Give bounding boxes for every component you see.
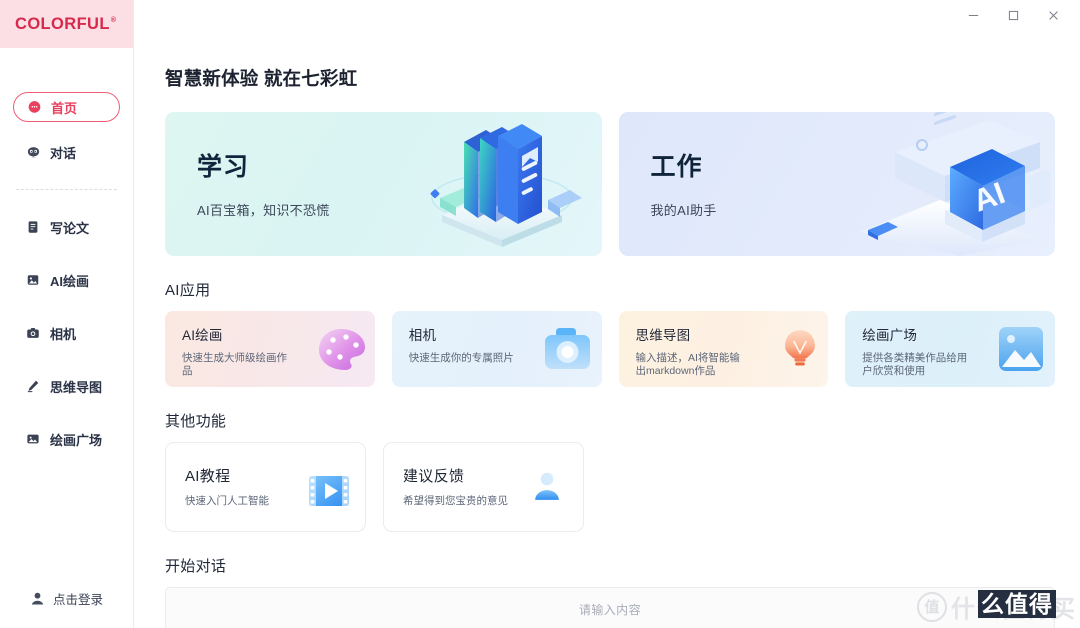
- sidebar-item-label: 对话: [50, 145, 77, 161]
- hero-card-study[interactable]: 学习 AI百宝箱，知识不恐慌: [165, 112, 602, 256]
- login-label: 点击登录: [52, 592, 103, 607]
- sidebar-item-label: 写论文: [50, 220, 90, 236]
- sidebar-item-gallery[interactable]: 绘画广场: [13, 424, 120, 454]
- sidebar-item-label: 首页: [51, 100, 78, 116]
- app-card-gallery[interactable]: 绘画广场 提供各类精美作品给用户欣赏和使用: [845, 311, 1055, 387]
- minimize-icon[interactable]: [963, 5, 983, 25]
- maximize-icon[interactable]: [1003, 5, 1023, 25]
- hero-card-row: 学习 AI百宝箱，知识不恐慌 工作 我的AI助手 AI: [165, 112, 1055, 256]
- application-window: COLORFUL® 首页 对话 写论文 AI绘画 相机 思维导图 绘画广场 点击…: [0, 0, 1080, 628]
- hero-card-title: 学习: [197, 153, 250, 181]
- ai-apps-card-row: AI绘画 快速生成大师级绘画作品 相机 快速生成你的专属照片 思维导图 输入描述…: [165, 311, 1055, 387]
- section-heading-other: 其他功能: [165, 413, 227, 430]
- login-button[interactable]: 点击登录: [0, 574, 133, 622]
- sidebar-item-ai-drawing[interactable]: AI绘画: [13, 265, 120, 295]
- sidebar-nav: 首页 对话 写论文 AI绘画 相机 思维导图 绘画广场: [0, 48, 133, 574]
- other-card-row: AI教程 快速入门人工智能 建议反馈 希望得到您宝贵的意见: [165, 442, 1055, 532]
- other-card-desc: 快速入门人工智能: [185, 495, 269, 507]
- brand-logo-word: COLORFUL: [15, 14, 110, 33]
- sidebar-item-label: 思维导图: [50, 379, 103, 395]
- user-icon: [30, 591, 45, 606]
- sidebar-item-chat[interactable]: 对话: [13, 137, 120, 167]
- sidebar-item-label: AI绘画: [50, 273, 90, 289]
- brand-logo-band: COLORFUL®: [0, 0, 133, 48]
- other-card-desc: 希望得到您宝贵的意见: [403, 495, 508, 507]
- image-icon: [25, 272, 41, 288]
- hero-card-subtitle: AI百宝箱，知识不恐慌: [197, 203, 330, 218]
- hero-card-title: 工作: [650, 153, 703, 181]
- app-card-desc: 快速生成大师级绘画作品: [182, 352, 287, 377]
- section-heading-ai-apps: AI应用: [165, 282, 211, 299]
- sidebar-divider: [16, 189, 117, 190]
- app-card-desc: 快速生成你的专属照片: [408, 352, 514, 364]
- sidebar: COLORFUL® 首页 对话 写论文 AI绘画 相机 思维导图 绘画广场 点击…: [0, 0, 134, 628]
- app-card-title: 相机: [408, 328, 437, 343]
- other-card-title: 建议反馈: [403, 468, 465, 485]
- sidebar-item-mind-map[interactable]: 思维导图: [13, 371, 120, 401]
- robot-chat-icon: [25, 144, 41, 160]
- other-card-title: AI教程: [185, 468, 231, 485]
- hero-card-subtitle: 我的AI助手: [650, 203, 717, 218]
- ai-monitor-illustration: AI: [860, 112, 1050, 256]
- pen-icon: [25, 378, 41, 394]
- other-card-ai-tutorial[interactable]: AI教程 快速入门人工智能: [165, 442, 366, 532]
- home-chat-icon: [26, 99, 42, 115]
- gallery-icon: [25, 431, 41, 447]
- sidebar-item-label: 相机: [50, 326, 77, 342]
- books-illustration: [430, 124, 582, 247]
- app-card-title: 绘画广场: [862, 328, 918, 343]
- app-card-camera[interactable]: 相机 快速生成你的专属照片: [391, 311, 602, 387]
- app-card-title: 思维导图: [635, 328, 691, 343]
- app-card-desc: 提供各类精美作品给用户欣赏和使用: [862, 352, 968, 377]
- chat-input[interactable]: 请输入内容: [165, 587, 1055, 628]
- sidebar-item-home[interactable]: 首页: [13, 92, 120, 122]
- sidebar-item-label: 绘画广场: [50, 432, 103, 448]
- other-card-feedback[interactable]: 建议反馈 希望得到您宝贵的意见: [383, 442, 584, 532]
- app-card-title: AI绘画: [182, 328, 223, 343]
- main-content: 智慧新体验 就在七彩虹 学习 AI百宝箱，知识不恐慌 工作 我的AI助手 AI …: [134, 0, 1080, 628]
- page-title: 智慧新体验 就在七彩虹: [165, 68, 358, 89]
- window-titlebar: [165, 0, 1063, 30]
- document-icon: [25, 219, 41, 235]
- section-heading-chat: 开始对话: [165, 558, 227, 575]
- sidebar-nav-secondary: 写论文 AI绘画 相机 思维导图 绘画广场: [0, 212, 133, 454]
- hero-card-work[interactable]: 工作 我的AI助手 AI: [618, 112, 1055, 256]
- sidebar-item-write-paper[interactable]: 写论文: [13, 212, 120, 242]
- camera-icon: [25, 325, 41, 341]
- brand-logo-text: COLORFUL®: [15, 15, 116, 34]
- registered-mark-icon: ®: [110, 17, 117, 24]
- sidebar-item-camera[interactable]: 相机: [13, 318, 120, 348]
- app-card-ai-drawing[interactable]: AI绘画 快速生成大师级绘画作品: [165, 311, 375, 387]
- chat-input-placeholder: 请输入内容: [578, 602, 641, 617]
- app-card-desc: 输入描述，AI将智能输出markdown作品: [635, 352, 740, 377]
- app-card-mind-map[interactable]: 思维导图 输入描述，AI将智能输出markdown作品: [618, 311, 829, 387]
- close-icon[interactable]: [1043, 5, 1063, 25]
